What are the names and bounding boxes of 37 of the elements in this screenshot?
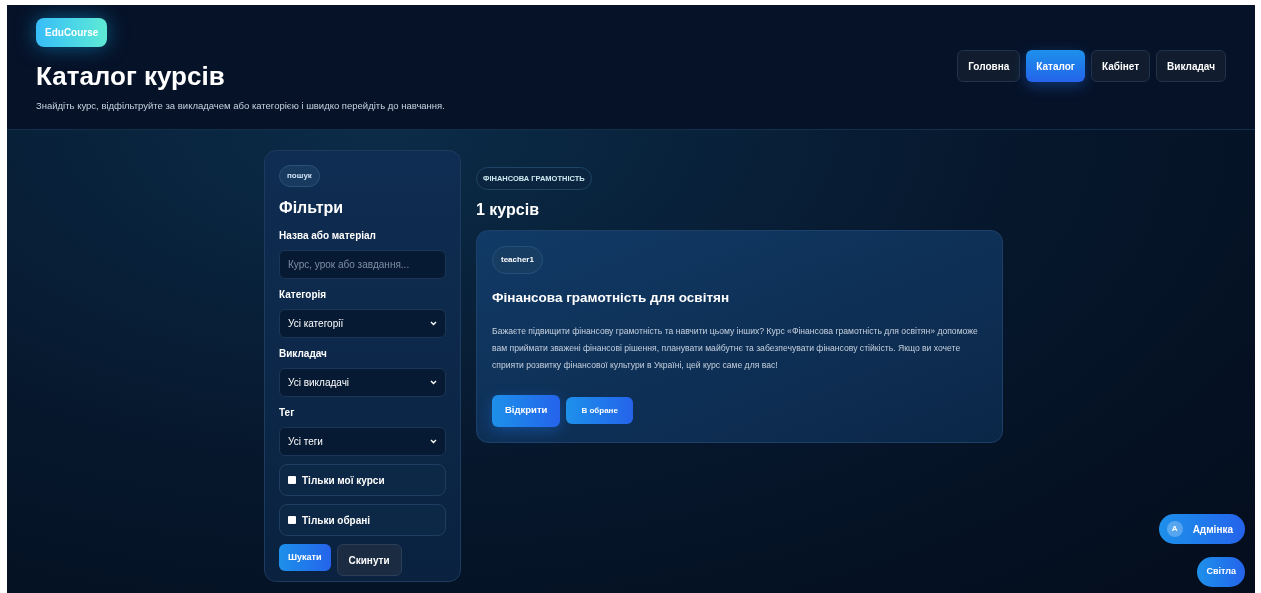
chevron-down-icon: [430, 380, 437, 385]
course-description: Бажаєте підвищити фінансову грамотність та навчити цьому інших? Курс «Фінансова грамотність для освітян» допоможе вам приймати зважені фінансові рішення, планувати майбутнє та забезпечувати фінансову стійкість. Якщо ви хочете сприяти розвитку фінансової культури в Україні, цей курс саме для вас!: [492, 324, 979, 372]
checkbox-row[interactable]: Тільки мої курси: [279, 464, 446, 496]
nav-tab[interactable]: Викладач: [1156, 50, 1226, 82]
brand-logo: EduCourse: [36, 18, 108, 47]
checkbox[interactable]: [288, 516, 296, 524]
avatar-initial: A: [1166, 521, 1183, 537]
admin-button[interactable]: A Адмінка: [1158, 514, 1245, 544]
course-count: 1 курсів: [476, 200, 539, 221]
chevron-down-icon: [430, 321, 437, 326]
search-field[interactable]: Курс, урок або завдання...: [279, 250, 446, 279]
page-subtitle: Знайдіть курс, відфільтруйте за викладачем або категорією і швидко перейдіть до навчання.: [36, 99, 445, 113]
search-button[interactable]: Шукати: [279, 544, 331, 571]
nav-tab[interactable]: Кабінет: [1091, 50, 1151, 82]
field-label: Викладач: [279, 347, 328, 361]
nav-tab[interactable]: Каталог: [1026, 50, 1085, 82]
nav-tab[interactable]: Головна: [957, 50, 1021, 82]
course-title: Фінансова грамотність для освітян: [492, 289, 730, 308]
checkbox-row[interactable]: Тільки обрані: [279, 504, 446, 536]
favorite-button[interactable]: В обране: [566, 397, 633, 424]
reset-button[interactable]: Скинути: [336, 544, 402, 576]
theme-button[interactable]: Світла: [1197, 557, 1245, 587]
dropdown[interactable]: Усі категорії: [279, 309, 446, 338]
dropdown[interactable]: Усі викладачі: [279, 368, 446, 397]
search-badge: пошук: [279, 165, 320, 187]
filters-heading: Фільтри: [279, 198, 344, 218]
open-button[interactable]: Відкрити: [492, 394, 561, 427]
checkbox[interactable]: [288, 476, 296, 484]
field-label: Категорія: [279, 288, 328, 302]
chevron-down-icon: [430, 439, 437, 444]
teacher-tag: teacher1: [492, 246, 543, 275]
field-label: Назва або матеріал: [279, 229, 377, 243]
checkbox-label: Тільки обрані: [302, 513, 371, 528]
field-label: Тег: [279, 406, 296, 420]
page-title: Каталог курсів: [36, 63, 225, 89]
dropdown[interactable]: Усі теги: [279, 427, 446, 456]
checkbox-label: Тільки мої курси: [302, 473, 385, 488]
